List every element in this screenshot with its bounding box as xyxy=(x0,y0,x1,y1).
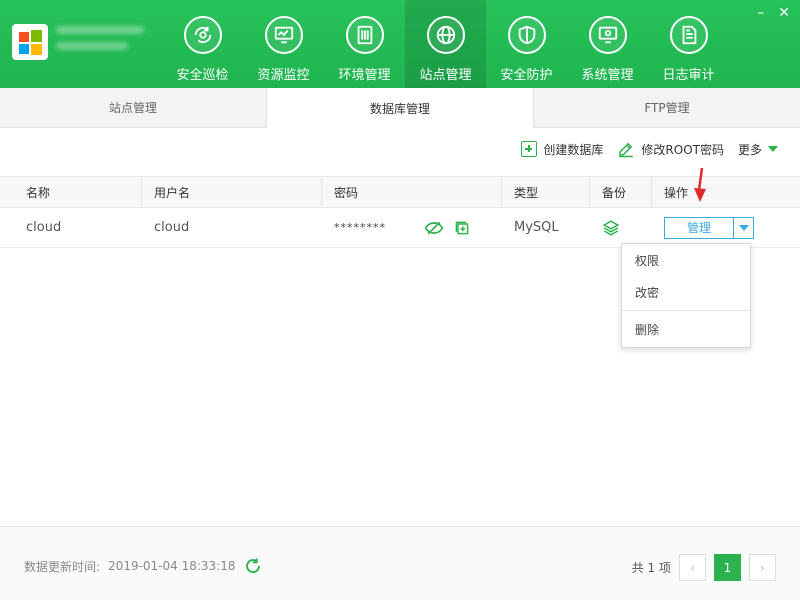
hide-password-icon[interactable] xyxy=(424,220,444,236)
globe-icon xyxy=(426,16,465,54)
cell-name: cloud xyxy=(26,220,62,235)
menu-item-permissions[interactable]: 权限 xyxy=(622,244,750,276)
edit-root-password-label: 修改ROOT密码 xyxy=(641,142,724,157)
top-nav: 安全巡检 资源监控 环境管理 站点管理 安全防护 系统管理 日志审计 xyxy=(162,0,729,88)
tab-site-management[interactable]: 站点管理 xyxy=(0,88,267,127)
caret-down-icon xyxy=(738,224,749,231)
password-mask: ******** xyxy=(334,221,386,234)
create-database-button[interactable]: 创建数据库 xyxy=(521,141,603,158)
manage-button[interactable]: 管理 xyxy=(664,216,734,239)
manage-dropdown-toggle[interactable] xyxy=(734,216,754,239)
pagination: 共 1 项 ‹ 1 › xyxy=(632,554,776,581)
page-button-current[interactable]: 1 xyxy=(714,554,741,581)
nav-item-security-protection[interactable]: 安全防护 xyxy=(486,0,567,88)
col-header-type: 类型 xyxy=(502,177,590,207)
menu-item-change-password[interactable]: 改密 xyxy=(622,276,750,308)
red-arrow-icon xyxy=(694,168,706,202)
menu-divider xyxy=(622,310,750,311)
nav-label: 日志审计 xyxy=(662,68,715,83)
cell-action: 管理 xyxy=(652,208,800,247)
copy-password-icon[interactable] xyxy=(454,220,470,236)
tab-ftp-management[interactable]: FTP管理 xyxy=(534,88,800,127)
backup-layers-icon[interactable] xyxy=(602,219,620,237)
edit-icon xyxy=(619,142,634,158)
nav-item-system-management[interactable]: 系统管理 xyxy=(567,0,648,88)
footer: 数据更新时间: 2019-01-04 18:33:18 共 1 项 ‹ 1 › xyxy=(0,526,800,600)
total-count: 共 1 项 xyxy=(631,561,671,575)
nav-item-environment[interactable]: 环境管理 xyxy=(324,0,405,88)
windows-logo-icon xyxy=(12,24,48,60)
table-row: cloud cloud ******** MySQL 管理 xyxy=(0,208,800,248)
nav-label: 安全巡检 xyxy=(176,68,229,83)
more-dropdown[interactable]: 更多 xyxy=(738,141,778,158)
nav-item-log-audit[interactable]: 日志审计 xyxy=(648,0,729,88)
nav-label: 站点管理 xyxy=(419,68,472,83)
nav-label: 系统管理 xyxy=(581,68,634,83)
settings-monitor-icon xyxy=(588,16,627,54)
plus-icon xyxy=(521,141,538,157)
app-header: – ✕ 安全巡检 资源监控 环境管理 站点管理 安全防护 系统管理 日志审计 xyxy=(0,0,800,88)
col-header-username: 用户名 xyxy=(142,177,322,207)
cell-backup xyxy=(590,208,652,247)
shield-icon xyxy=(507,16,546,54)
menu-item-delete[interactable]: 删除 xyxy=(622,313,750,345)
manage-split-button: 管理 xyxy=(664,216,754,239)
chevron-left-icon: ‹ xyxy=(690,560,695,575)
tab-database-management[interactable]: 数据库管理 xyxy=(267,88,534,129)
update-time-value: 2019-01-04 18:33:18 xyxy=(108,559,236,573)
edit-root-password-button[interactable]: 修改ROOT密码 xyxy=(617,140,724,158)
col-header-password: 密码 xyxy=(322,177,502,207)
window-controls: – ✕ xyxy=(757,4,790,22)
blurred-brand-text xyxy=(56,26,156,58)
prev-page-button[interactable]: ‹ xyxy=(679,554,706,581)
cell-password: ******** xyxy=(322,208,502,247)
close-button[interactable]: ✕ xyxy=(778,4,790,22)
toolbar: 创建数据库 修改ROOT密码 更多 xyxy=(521,140,778,158)
update-time-label: 数据更新时间: xyxy=(24,559,101,574)
cell-type: MySQL xyxy=(514,220,559,235)
server-icon xyxy=(345,16,384,54)
col-header-name: 名称 xyxy=(0,177,142,207)
table-header: 名称 用户名 密码 类型 备份 操作 xyxy=(0,176,800,208)
chevron-right-icon: › xyxy=(760,560,765,575)
scan-icon xyxy=(183,16,222,54)
more-label: 更多 xyxy=(737,142,762,157)
cell-username: cloud xyxy=(154,220,190,235)
sub-tabs: 站点管理 数据库管理 FTP管理 xyxy=(0,88,800,129)
col-header-backup: 备份 xyxy=(590,177,652,207)
update-time: 数据更新时间: 2019-01-04 18:33:18 xyxy=(24,557,262,575)
next-page-button[interactable]: › xyxy=(749,554,776,581)
nav-label: 环境管理 xyxy=(338,68,391,83)
minimize-button[interactable]: – xyxy=(757,4,764,22)
monitor-chart-icon xyxy=(264,16,303,54)
nav-item-resource-monitor[interactable]: 资源监控 xyxy=(243,0,324,88)
nav-label: 资源监控 xyxy=(257,68,310,83)
col-header-action: 操作 xyxy=(664,185,689,200)
manage-dropdown-menu: 权限 改密 删除 xyxy=(621,243,751,348)
nav-item-site-management[interactable]: 站点管理 xyxy=(405,0,486,88)
refresh-icon[interactable] xyxy=(244,557,262,575)
nav-item-security-inspection[interactable]: 安全巡检 xyxy=(162,0,243,88)
create-database-label: 创建数据库 xyxy=(543,142,604,157)
caret-down-icon xyxy=(768,146,778,152)
database-table: 名称 用户名 密码 类型 备份 操作 cloud cloud ******** … xyxy=(0,176,800,248)
document-icon xyxy=(669,16,708,54)
nav-label: 安全防护 xyxy=(500,68,553,83)
